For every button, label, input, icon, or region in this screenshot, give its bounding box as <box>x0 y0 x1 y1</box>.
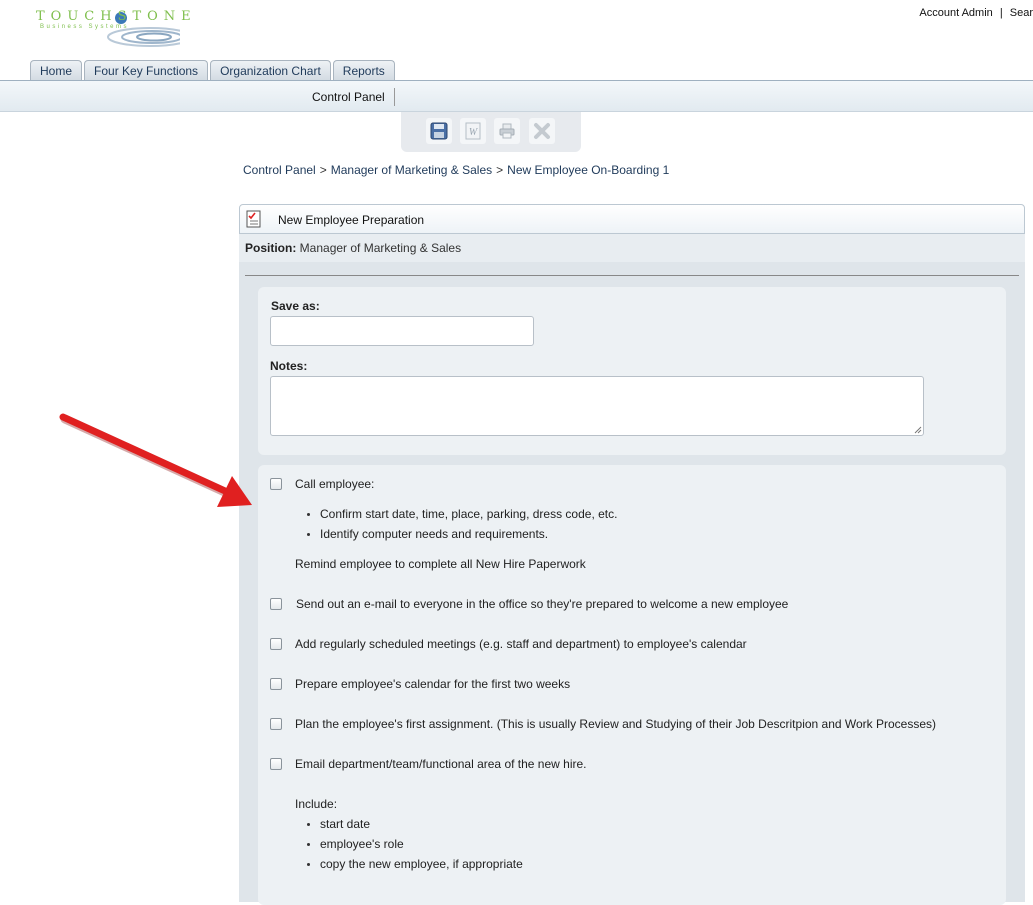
search-link[interactable]: Sear <box>1010 7 1033 19</box>
subnav-divider <box>394 88 395 106</box>
breadcrumb-separator: > <box>319 163 327 177</box>
account-admin-link[interactable]: Account Admin <box>919 7 992 19</box>
task-calendar-checkbox[interactable] <box>270 678 282 690</box>
position-row: Position: Manager of Marketing & Sales <box>239 234 1025 262</box>
tab-organization-chart[interactable]: Organization Chart <box>210 60 331 81</box>
print-icon <box>499 123 515 139</box>
top-links: Account Admin | Sear <box>915 7 1033 19</box>
list-item: start date <box>306 814 523 834</box>
task-call-employee-note: Remind employee to complete all New Hire… <box>295 557 586 571</box>
task-meetings-checkbox[interactable] <box>270 638 282 650</box>
task-call-employee-label: Call employee: <box>295 477 375 491</box>
task-calendar-label: Prepare employee's calendar for the firs… <box>295 677 571 691</box>
save-as-label: Save as: <box>271 299 320 313</box>
logo-subtext: Business Systems <box>40 24 130 30</box>
list-item: Identify computer needs and requirements… <box>306 524 617 544</box>
list-item: employee's role <box>306 834 523 854</box>
task-call-employee-bullets: Confirm start date, time, place, parking… <box>306 504 617 544</box>
task-email-dept-checkbox[interactable] <box>270 758 282 770</box>
save-as-input[interactable] <box>270 316 534 346</box>
task-email-dept-include-label: Include: <box>295 797 338 811</box>
delete-button[interactable] <box>529 118 555 144</box>
print-button[interactable] <box>494 118 520 144</box>
list-item: Confirm start date, time, place, parking… <box>306 504 617 524</box>
touchstone-logo[interactable]: TOUCHSTONE Business Systems <box>30 8 210 50</box>
task-call-employee-checkbox[interactable] <box>270 478 282 490</box>
document-checklist-icon <box>246 210 261 228</box>
position-value: Manager of Marketing & Sales <box>299 241 462 255</box>
breadcrumb-item-position[interactable]: Manager of Marketing & Sales <box>331 163 492 177</box>
word-export-icon: W <box>465 122 481 140</box>
subnav-control-panel[interactable]: Control Panel <box>312 90 385 104</box>
tab-home[interactable]: Home <box>30 60 83 81</box>
task-assignment-label: Plan the employee's first assignment. (T… <box>295 717 937 731</box>
action-toolbar: W <box>401 112 581 152</box>
sub-navigation: Control Panel <box>0 80 1033 112</box>
task-assignment-checkbox[interactable] <box>270 718 282 730</box>
card-header: New Employee Preparation <box>239 204 1025 234</box>
task-email-office-label: Send out an e-mail to everyone in the of… <box>296 597 789 611</box>
task-meetings-label: Add regularly scheduled meetings (e.g. s… <box>295 637 747 651</box>
resize-grip-icon[interactable] <box>914 426 922 434</box>
tab-reports[interactable]: Reports <box>332 60 395 81</box>
delete-icon <box>534 123 550 139</box>
task-email-office-checkbox[interactable] <box>270 598 282 610</box>
card-title: New Employee Preparation <box>278 213 425 227</box>
logo-text: TOUCHSTONE <box>36 9 197 24</box>
task-email-dept-label: Email department/team/functional area of… <box>295 757 587 771</box>
save-button[interactable] <box>426 118 452 144</box>
notes-label: Notes: <box>270 359 308 373</box>
breadcrumb-item-control-panel[interactable]: Control Panel <box>243 163 316 177</box>
divider-line <box>245 275 1019 276</box>
export-word-button[interactable]: W <box>460 118 486 144</box>
list-item: copy the new employee, if appropriate <box>306 854 523 874</box>
breadcrumb: Control Panel > Manager of Marketing & Sal… <box>243 163 669 177</box>
tab-four-key-functions[interactable]: Four Key Functions <box>84 60 209 81</box>
breadcrumb-item-current: New Employee On-Boarding 1 <box>507 163 670 177</box>
save-icon <box>430 122 448 140</box>
red-arrow-annotation <box>59 413 252 507</box>
top-links-separator: | <box>999 7 1003 19</box>
notes-textarea[interactable] <box>270 376 924 436</box>
main-tabs: Home Four Key Functions Organization Cha… <box>30 60 397 81</box>
breadcrumb-separator: > <box>496 163 504 177</box>
task-email-dept-bullets: start date employee's role copy the new … <box>306 814 523 874</box>
position-label: Position: <box>245 241 297 255</box>
